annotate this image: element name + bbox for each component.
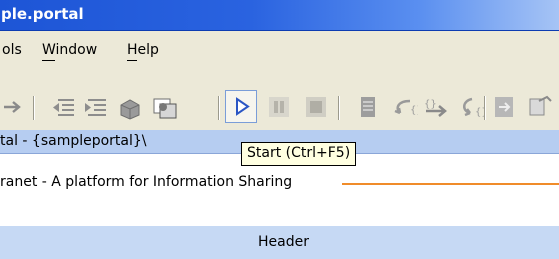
start-icon xyxy=(236,97,250,116)
menu-bar: ols Window Help xyxy=(0,31,559,86)
window-title: ple.portal xyxy=(1,5,84,23)
menu-window-mnemonic xyxy=(42,60,55,61)
toolbar-separator xyxy=(338,96,340,120)
menu-window-label: Window xyxy=(42,42,98,58)
header-region[interactable]: Header xyxy=(0,226,559,259)
site-title[interactable]: ranet - A platform for Information Shari… xyxy=(0,174,292,190)
svg-text:{}: {} xyxy=(475,107,484,118)
breakpoint-icon[interactable] xyxy=(355,93,383,121)
menu-help-label: Help xyxy=(127,42,159,58)
step-into-icon[interactable]: {} xyxy=(390,93,418,121)
arrow-right-icon[interactable] xyxy=(2,93,24,121)
project-path: tal - {sampleportal}\ xyxy=(0,133,147,149)
pause-icon[interactable] xyxy=(265,93,293,121)
page-designer: ranet - A platform for Information Shari… xyxy=(0,154,559,259)
toolbar: {} {} {} xyxy=(0,86,559,130)
step-return-icon[interactable]: {} xyxy=(456,93,484,121)
menu-tools[interactable]: ols xyxy=(2,42,22,58)
start-button[interactable] xyxy=(225,90,257,123)
toolbar-separator xyxy=(33,96,35,120)
svg-text:{}: {} xyxy=(410,105,418,116)
toolbar-separator xyxy=(484,96,486,120)
start-tooltip: Start (Ctrl+F5) xyxy=(241,142,357,166)
menu-help-mnemonic xyxy=(127,60,137,61)
deploy-icon[interactable] xyxy=(151,93,179,121)
menu-help[interactable]: Help xyxy=(127,42,159,58)
svg-text:{}: {} xyxy=(424,99,437,110)
step-over-icon[interactable]: {} xyxy=(422,93,450,121)
run-to-icon[interactable] xyxy=(491,93,519,121)
stop-icon[interactable] xyxy=(302,93,330,121)
toolbar-extra-icon[interactable] xyxy=(527,93,555,121)
outdent-icon[interactable] xyxy=(50,93,76,121)
title-bar: ple.portal xyxy=(0,0,559,31)
toolbar-separator xyxy=(218,96,220,120)
menu-window[interactable]: Window xyxy=(42,42,97,58)
header-label: Header xyxy=(258,234,309,250)
package-icon[interactable] xyxy=(117,93,143,121)
title-underline xyxy=(342,183,559,185)
indent-icon[interactable] xyxy=(82,93,108,121)
